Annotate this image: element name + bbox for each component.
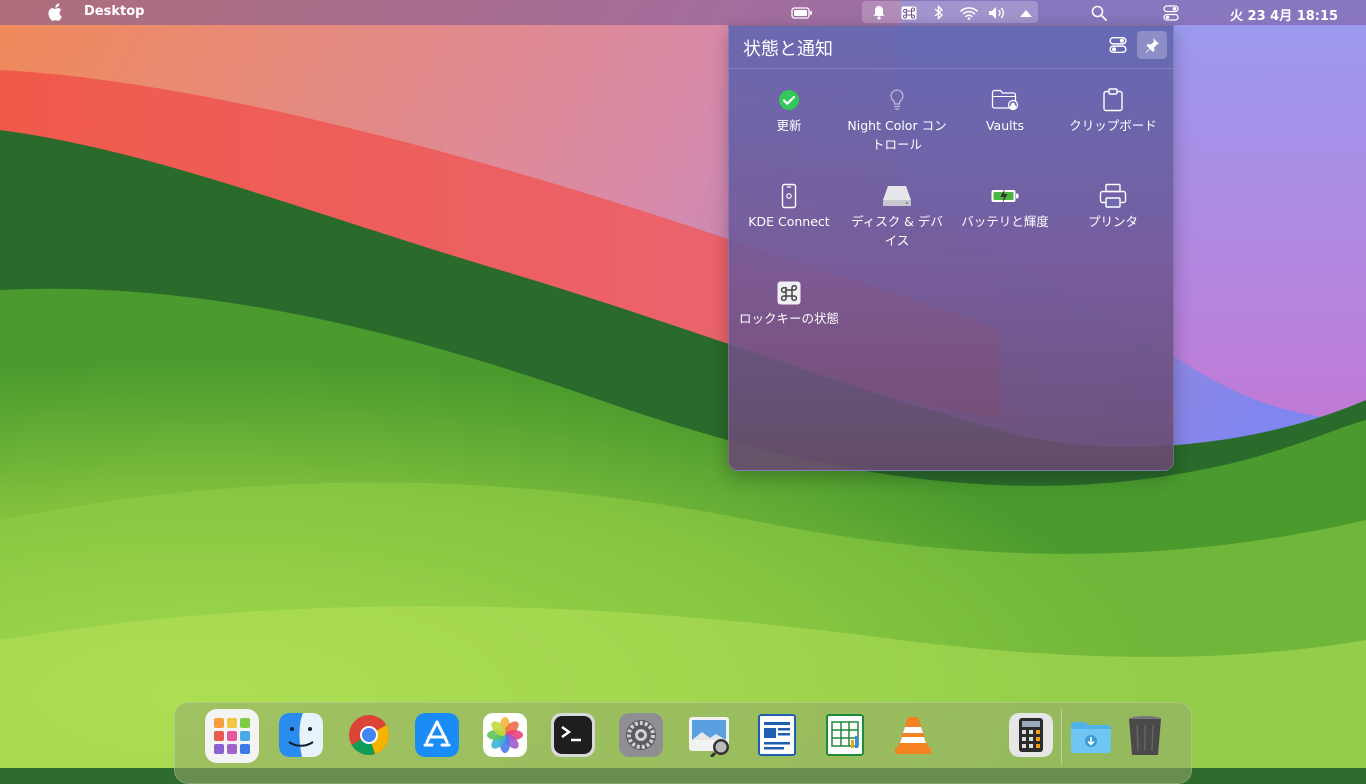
expand-tray-icon[interactable] xyxy=(1018,0,1034,25)
control-center-icon[interactable] xyxy=(1160,0,1182,25)
night-color-label: Night Color コントロール xyxy=(847,118,947,152)
battery-icon[interactable] xyxy=(790,0,814,25)
lock-keys-status-icon xyxy=(735,279,843,307)
trash-icon[interactable] xyxy=(1123,713,1167,757)
pin-popup-button[interactable] xyxy=(1137,31,1167,59)
pin-icon xyxy=(1145,38,1159,53)
dock-separator xyxy=(1061,709,1062,765)
kde-connect-item[interactable]: KDE Connect xyxy=(735,182,843,231)
check-circle-icon xyxy=(735,86,843,114)
battery-brightness-label: バッテリと輝度 xyxy=(961,214,1049,229)
updates-label: 更新 xyxy=(776,118,802,133)
lock-keys-status-label: ロックキーの状態 xyxy=(739,311,840,326)
menubar-clock[interactable]: 火 23 4月 18:15 xyxy=(1230,5,1338,24)
disks-devices-item[interactable]: ディスク & デバイス xyxy=(843,182,951,250)
updates-item[interactable]: 更新 xyxy=(735,86,843,135)
writer-icon[interactable] xyxy=(755,713,799,757)
popup-divider xyxy=(729,68,1173,69)
search-icon[interactable] xyxy=(1088,0,1110,25)
preview-icon[interactable] xyxy=(687,713,731,757)
vaults-item[interactable]: Vaults xyxy=(951,86,1059,135)
disks-devices-label: ディスク & デバイス xyxy=(851,214,943,248)
terminal-icon[interactable] xyxy=(551,713,595,757)
notifications-icon[interactable] xyxy=(870,0,888,25)
printer-icon xyxy=(1059,182,1167,210)
kde-connect-label: KDE Connect xyxy=(748,214,830,229)
calculator-icon[interactable] xyxy=(1009,713,1053,757)
disk-icon xyxy=(843,182,951,210)
bluetooth-icon[interactable] xyxy=(931,0,947,25)
apple-icon[interactable] xyxy=(46,3,64,22)
vlc-icon[interactable] xyxy=(891,713,935,757)
clipboard-item[interactable]: クリップボード xyxy=(1059,86,1167,135)
configure-toggles-icon[interactable] xyxy=(1109,36,1127,54)
wifi-icon[interactable] xyxy=(958,0,980,25)
clipboard-icon xyxy=(1059,86,1167,114)
battery-brightness-icon xyxy=(951,182,1059,210)
volume-icon[interactable] xyxy=(987,0,1009,25)
lock-keys-status-item[interactable]: ロックキーの状態 xyxy=(735,279,843,328)
active-app-name[interactable]: Desktop xyxy=(84,4,144,19)
calc-icon[interactable] xyxy=(823,713,867,757)
lightbulb-icon xyxy=(843,86,951,114)
chrome-icon[interactable] xyxy=(347,713,391,757)
status-notifications-popup: 状態と通知 更新 Night Color コントロール Vaults クリップボ… xyxy=(728,25,1174,471)
dock xyxy=(174,702,1192,784)
finder-icon[interactable] xyxy=(279,713,323,757)
photos-icon[interactable] xyxy=(483,713,527,757)
lock-keys-icon[interactable] xyxy=(899,0,919,25)
menu-bar: Desktop 火 23 4月 18:15 xyxy=(0,0,1366,25)
popup-title: 状態と通知 xyxy=(743,39,833,60)
vaults-label: Vaults xyxy=(985,118,1025,133)
app-store-icon[interactable] xyxy=(415,713,459,757)
clipboard-label: クリップボード xyxy=(1069,118,1157,133)
battery-brightness-item[interactable]: バッテリと輝度 xyxy=(951,182,1059,231)
launchpad-icon[interactable] xyxy=(205,709,259,763)
phone-icon xyxy=(735,182,843,210)
downloads-folder-icon[interactable] xyxy=(1069,713,1113,757)
system-settings-icon[interactable] xyxy=(619,713,663,757)
printers-label: プリンタ xyxy=(1087,214,1138,229)
printers-item[interactable]: プリンタ xyxy=(1059,182,1167,231)
night-color-item[interactable]: Night Color コントロール xyxy=(843,86,951,154)
vault-folder-icon xyxy=(951,86,1059,114)
system-tray-group xyxy=(862,1,1038,23)
